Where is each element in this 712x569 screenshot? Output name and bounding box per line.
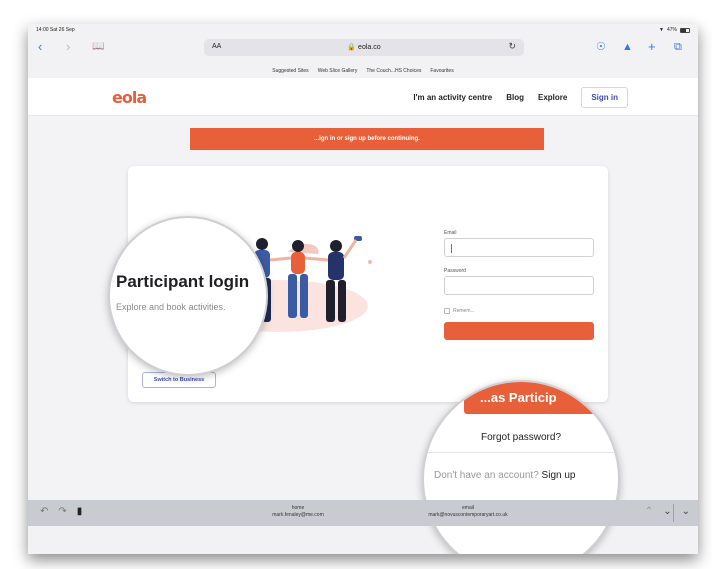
- wifi-icon: ▼: [659, 27, 664, 33]
- browser-toolbar: ‹ › 📖 AA 🔒 eola.co ↻ ☉ ▲ + ⧉: [28, 36, 698, 60]
- back-icon[interactable]: ‹: [38, 39, 42, 55]
- status-bar: 14:00 Sat 26 Sep ▼ 47%: [28, 24, 698, 36]
- undo-icon[interactable]: ↶: [40, 506, 48, 517]
- new-tab-icon[interactable]: +: [648, 39, 656, 55]
- chevron-up-icon[interactable]: ⌃: [645, 506, 653, 517]
- suggestion-label: home: [291, 505, 305, 511]
- login-button[interactable]: [444, 322, 594, 340]
- download-icon[interactable]: ☉: [596, 39, 606, 55]
- url-text: 🔒 eola.co: [347, 44, 381, 51]
- separator: [673, 504, 674, 522]
- autofill-suggestion-email[interactable]: email mark@novuscontemporaryart.co.uk: [378, 505, 558, 519]
- keyboard-shortcut-bar: ↶ ↷ ▮ home mark.fenaley@me.com email mar…: [28, 500, 698, 526]
- site-nav: I'm an activity centre Blog Explore Sign…: [413, 87, 628, 108]
- reload-icon[interactable]: ↻: [508, 41, 516, 52]
- site-header: eola I'm an activity centre Blog Explore…: [28, 78, 698, 116]
- divider: [424, 452, 618, 453]
- remember-checkbox[interactable]: [444, 308, 450, 314]
- chevron-down-icon[interactable]: ⌄: [663, 506, 671, 517]
- signin-button[interactable]: Sign in: [581, 87, 628, 108]
- hide-keyboard-icon[interactable]: ⌄: [682, 506, 690, 517]
- email-label: Email: [444, 230, 457, 236]
- forward-icon[interactable]: ›: [66, 39, 70, 55]
- autofill-suggestion-home[interactable]: home mark.fenaley@me.com: [228, 505, 368, 519]
- tabs-icon[interactable]: ⧉: [674, 39, 682, 55]
- status-indicators: ▼ 47%: [659, 27, 690, 33]
- share-icon[interactable]: ▲: [622, 39, 633, 55]
- edit-actions: ↶ ↷ ▮: [40, 506, 82, 517]
- nav-blog[interactable]: Blog: [506, 93, 524, 102]
- remember-me[interactable]: Remem...: [444, 308, 475, 314]
- favourites-bar: Suggested Sites Web Slice Gallery The Co…: [28, 64, 698, 78]
- alert-banner: ...ign in or sign up before continuing.: [190, 128, 544, 150]
- field-navigation: ⌃ ⌄ ⌄: [645, 506, 690, 517]
- no-account-text: Don't have an account? Sign up: [434, 470, 575, 481]
- suggestion-value: mark.fenaley@me.com: [272, 512, 324, 518]
- ipad-screen: 14:00 Sat 26 Sep ▼ 47% ‹ › 📖 AA 🔒 eola.c…: [28, 24, 698, 554]
- suggestion-value: mark@novuscontemporaryart.co.uk: [428, 512, 508, 518]
- paste-icon[interactable]: ▮: [77, 506, 83, 517]
- favourite-link[interactable]: Suggested Sites: [272, 68, 308, 78]
- address-bar[interactable]: AA 🔒 eola.co ↻: [204, 39, 524, 56]
- text-caret: [451, 244, 452, 253]
- forgot-password-link[interactable]: Forgot password?: [424, 432, 618, 443]
- eola-logo[interactable]: eola: [112, 88, 147, 107]
- suggestion-label: email: [462, 505, 474, 511]
- email-field[interactable]: [444, 238, 594, 257]
- remember-label: Remem...: [453, 308, 475, 314]
- magnifier-title: Participant login Explore and book activ…: [108, 216, 268, 376]
- magnifier-login-actions: ...as Particip Forgot password? Don't ha…: [422, 380, 620, 554]
- redo-icon[interactable]: ↷: [58, 506, 66, 517]
- favourite-link[interactable]: Web Slice Gallery: [318, 68, 358, 78]
- no-account-label: Don't have an account?: [434, 470, 539, 481]
- battery-icon: [680, 27, 690, 33]
- password-field[interactable]: [444, 276, 594, 295]
- signup-link[interactable]: Sign up: [542, 470, 576, 481]
- url-domain: eola.co: [358, 44, 381, 51]
- bookmarks-icon[interactable]: 📖: [92, 39, 104, 55]
- battery-percent: 47%: [666, 27, 677, 33]
- page-subtitle: Explore and book activities.: [116, 302, 226, 312]
- page-content: ...ign in or sign up before continuing. …: [28, 116, 698, 554]
- password-label: Password: [444, 268, 466, 274]
- favourite-link[interactable]: Favourites: [430, 68, 453, 78]
- status-time: 14:00 Sat 26 Sep: [36, 27, 75, 33]
- nav-explore[interactable]: Explore: [538, 93, 567, 102]
- page-title: Participant login: [116, 272, 250, 291]
- nav-activity-centre[interactable]: I'm an activity centre: [413, 93, 492, 102]
- favourite-link[interactable]: The Couch...HS Choices: [366, 68, 421, 78]
- login-as-participant-button[interactable]: ...as Particip: [464, 382, 614, 414]
